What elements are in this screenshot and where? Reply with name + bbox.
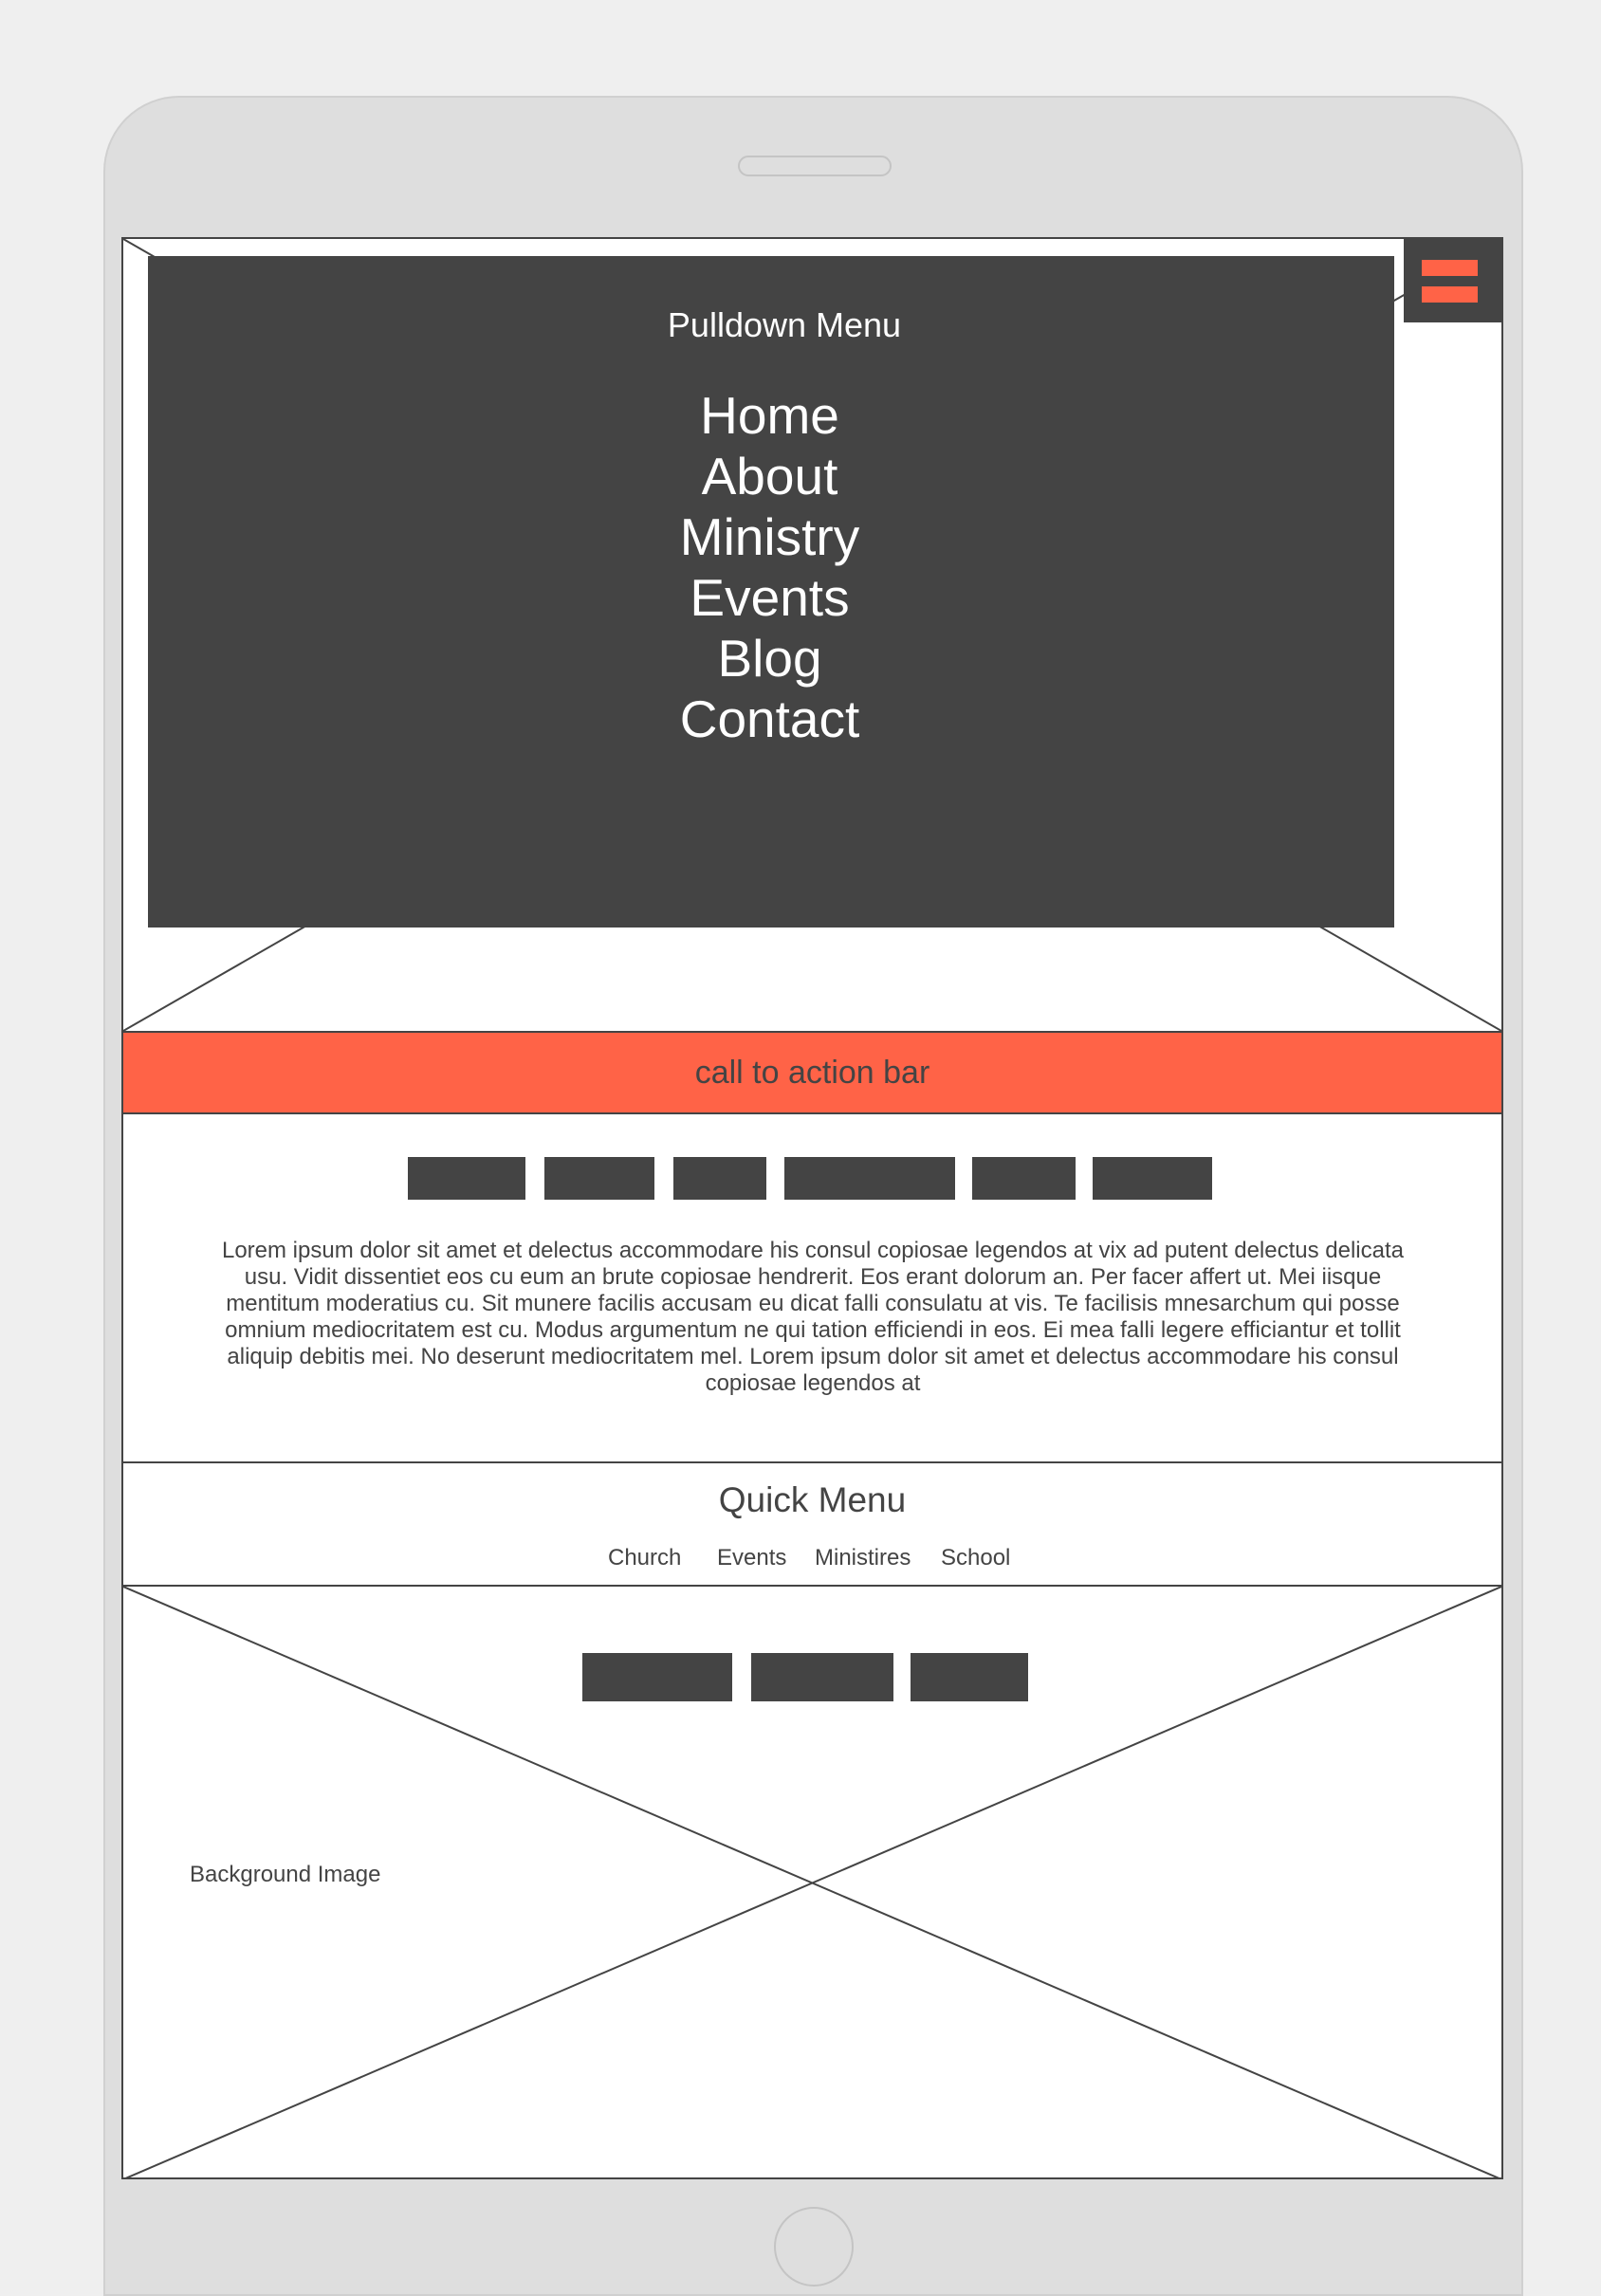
screen: Pulldown Menu Home About Ministry Events…	[121, 237, 1503, 2179]
nav-placeholder-block[interactable]	[784, 1157, 955, 1200]
nav-placeholder-block[interactable]	[1093, 1157, 1212, 1200]
tablet-speaker	[738, 156, 892, 176]
nav-placeholder-block[interactable]	[544, 1157, 654, 1200]
background-image-label: Background Image	[190, 1862, 381, 1887]
quick-menu: Quick Menu Church Events Ministires Scho…	[123, 1461, 1501, 1587]
menu-item-events[interactable]: Events	[148, 567, 1394, 628]
quick-link-school[interactable]: School	[941, 1545, 1010, 1571]
tablet-home-button[interactable]	[774, 2207, 854, 2287]
menu-item-ministry[interactable]: Ministry	[148, 506, 1394, 567]
button-placeholder-block[interactable]	[751, 1653, 893, 1701]
call-to-action-label: call to action bar	[694, 1055, 930, 1091]
menu-item-home[interactable]: Home	[148, 385, 1394, 446]
content-section: Lorem ipsum dolor sit amet et delectus a…	[123, 1114, 1501, 1463]
quick-menu-title: Quick Menu	[718, 1480, 907, 1519]
pulldown-menu: Pulldown Menu Home About Ministry Events…	[148, 256, 1394, 928]
nav-placeholder-block[interactable]	[408, 1157, 525, 1200]
quick-link-ministires[interactable]: Ministires	[815, 1545, 911, 1571]
body-text: Lorem ipsum dolor sit amet et delectus a…	[221, 1238, 1405, 1396]
menu-item-blog[interactable]: Blog	[148, 628, 1394, 689]
menu-item-about[interactable]: About	[148, 446, 1394, 506]
pulldown-menu-title: Pulldown Menu	[667, 305, 902, 344]
hamburger-menu-icon-bar	[1422, 286, 1478, 303]
nav-placeholder-block[interactable]	[972, 1157, 1076, 1200]
button-placeholder-block[interactable]	[911, 1653, 1028, 1701]
content-nav-placeholders	[123, 1157, 1501, 1200]
menu-item-contact[interactable]: Contact	[148, 689, 1394, 749]
pulldown-menu-list: Home About Ministry Events Blog Contact	[148, 385, 1394, 749]
nav-placeholder-block[interactable]	[673, 1157, 766, 1200]
hamburger-menu-icon	[1422, 260, 1478, 276]
button-placeholder-block[interactable]	[582, 1653, 732, 1701]
hero-placeholder: Pulldown Menu Home About Ministry Events…	[123, 239, 1501, 1033]
call-to-action-bar[interactable]: call to action bar	[123, 1031, 1501, 1114]
quick-link-events[interactable]: Events	[717, 1545, 786, 1571]
hamburger-menu-button[interactable]	[1404, 239, 1501, 322]
quick-link-church[interactable]: Church	[608, 1545, 681, 1571]
background-image-section: Background Image	[123, 1587, 1501, 2177]
